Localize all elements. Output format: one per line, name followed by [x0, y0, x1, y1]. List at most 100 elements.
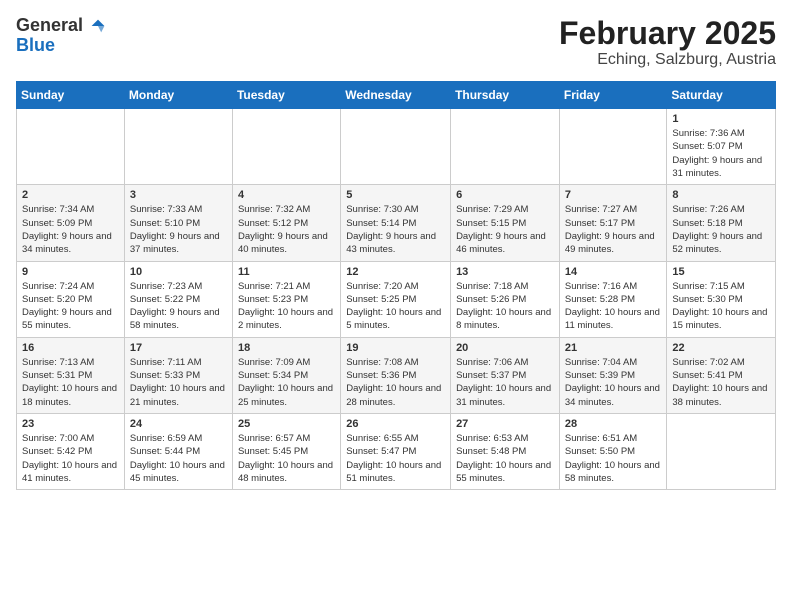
day-info: Sunrise: 7:32 AM Sunset: 5:12 PM Dayligh…	[238, 203, 335, 256]
weekday-header-tuesday: Tuesday	[232, 82, 340, 109]
calendar-cell	[667, 413, 776, 489]
location-title: Eching, Salzburg, Austria	[559, 51, 776, 69]
calendar-cell: 26 Sunrise: 6:55 AM Sunset: 5:47 PM Dayli…	[341, 413, 451, 489]
calendar-cell: 13Sunrise: 7:18 AM Sunset: 5:26 PM Dayli…	[451, 261, 560, 337]
calendar-cell: 12 Sunrise: 7:20 AM Sunset: 5:25 PM Dayli…	[341, 261, 451, 337]
day-info: Sunrise: 7:34 AM Sunset: 5:09 PM Dayligh…	[22, 203, 119, 256]
day-number: 7	[565, 189, 662, 201]
calendar-table: SundayMondayTuesdayWednesdayThursdayFrid…	[16, 81, 776, 490]
day-number: 18	[238, 342, 335, 354]
day-number: 4	[238, 189, 335, 201]
logo-general: General	[16, 15, 83, 35]
weekday-header-wednesday: Wednesday	[341, 82, 451, 109]
day-info: Sunrise: 7:06 AM Sunset: 5:37 PM Dayligh…	[456, 356, 554, 409]
day-info: Sunrise: 7:02 AM Sunset: 5:41 PM Dayligh…	[672, 356, 770, 409]
weekday-header-monday: Monday	[124, 82, 232, 109]
logo: General Blue	[16, 16, 106, 56]
day-number: 17	[130, 342, 227, 354]
day-info: Sunrise: 7:09 AM Sunset: 5:34 PM Dayligh…	[238, 356, 335, 409]
logo-icon	[90, 18, 106, 34]
calendar-cell: 27 Sunrise: 6:53 AM Sunset: 5:48 PM Dayli…	[451, 413, 560, 489]
day-number: 25	[238, 418, 335, 430]
calendar-cell: 28Sunrise: 6:51 AM Sunset: 5:50 PM Dayli…	[559, 413, 667, 489]
day-info: Sunrise: 7:36 AM Sunset: 5:07 PM Dayligh…	[672, 127, 770, 180]
day-info: Sunrise: 6:53 AM Sunset: 5:48 PM Dayligh…	[456, 432, 554, 485]
calendar-cell	[17, 109, 125, 185]
calendar-cell: 2 Sunrise: 7:34 AM Sunset: 5:09 PM Daylig…	[17, 185, 125, 261]
day-info: Sunrise: 6:59 AM Sunset: 5:44 PM Dayligh…	[130, 432, 227, 485]
calendar-cell: 22 Sunrise: 7:02 AM Sunset: 5:41 PM Dayli…	[667, 337, 776, 413]
calendar-week-3: 9 Sunrise: 7:24 AM Sunset: 5:20 PM Daylig…	[17, 261, 776, 337]
day-number: 22	[672, 342, 770, 354]
day-info: Sunrise: 7:15 AM Sunset: 5:30 PM Dayligh…	[672, 280, 770, 333]
day-number: 9	[22, 266, 119, 278]
day-info: Sunrise: 6:57 AM Sunset: 5:45 PM Dayligh…	[238, 432, 335, 485]
day-number: 19	[346, 342, 445, 354]
day-info: Sunrise: 7:24 AM Sunset: 5:20 PM Dayligh…	[22, 280, 119, 333]
day-info: Sunrise: 7:26 AM Sunset: 5:18 PM Dayligh…	[672, 203, 770, 256]
day-number: 23	[22, 418, 119, 430]
calendar-cell	[232, 109, 340, 185]
calendar-cell: 17 Sunrise: 7:11 AM Sunset: 5:33 PM Dayli…	[124, 337, 232, 413]
day-number: 20	[456, 342, 554, 354]
day-number: 11	[238, 266, 335, 278]
calendar-cell: 7 Sunrise: 7:27 AM Sunset: 5:17 PM Daylig…	[559, 185, 667, 261]
day-info: Sunrise: 7:27 AM Sunset: 5:17 PM Dayligh…	[565, 203, 662, 256]
day-info: Sunrise: 6:55 AM Sunset: 5:47 PM Dayligh…	[346, 432, 445, 485]
calendar-cell: 25 Sunrise: 6:57 AM Sunset: 5:45 PM Dayli…	[232, 413, 340, 489]
day-info: Sunrise: 7:29 AM Sunset: 5:15 PM Dayligh…	[456, 203, 554, 256]
calendar-cell	[341, 109, 451, 185]
calendar-cell: 21 Sunrise: 7:04 AM Sunset: 5:39 PM Dayli…	[559, 337, 667, 413]
weekday-header-friday: Friday	[559, 82, 667, 109]
calendar-cell: 18 Sunrise: 7:09 AM Sunset: 5:34 PM Dayli…	[232, 337, 340, 413]
day-number: 27	[456, 418, 554, 430]
day-info: Sunrise: 7:04 AM Sunset: 5:39 PM Dayligh…	[565, 356, 662, 409]
day-info: Sunrise: 7:21 AM Sunset: 5:23 PM Dayligh…	[238, 280, 335, 333]
day-number: 14	[565, 266, 662, 278]
day-number: 5	[346, 189, 445, 201]
calendar-cell	[451, 109, 560, 185]
day-info: Sunrise: 7:13 AM Sunset: 5:31 PM Dayligh…	[22, 356, 119, 409]
day-info: Sunrise: 7:33 AM Sunset: 5:10 PM Dayligh…	[130, 203, 227, 256]
day-number: 26	[346, 418, 445, 430]
day-number: 16	[22, 342, 119, 354]
calendar-cell: 1 Sunrise: 7:36 AM Sunset: 5:07 PM Daylig…	[667, 109, 776, 185]
day-number: 12	[346, 266, 445, 278]
header: General Blue February 2025 Eching, Salzb…	[16, 16, 776, 69]
day-number: 6	[456, 189, 554, 201]
calendar-cell: 14 Sunrise: 7:16 AM Sunset: 5:28 PM Dayli…	[559, 261, 667, 337]
day-info: Sunrise: 7:20 AM Sunset: 5:25 PM Dayligh…	[346, 280, 445, 333]
weekday-header-thursday: Thursday	[451, 82, 560, 109]
calendar-cell: 6 Sunrise: 7:29 AM Sunset: 5:15 PM Daylig…	[451, 185, 560, 261]
day-number: 24	[130, 418, 227, 430]
calendar-cell: 23 Sunrise: 7:00 AM Sunset: 5:42 PM Dayli…	[17, 413, 125, 489]
calendar-cell: 19Sunrise: 7:08 AM Sunset: 5:36 PM Dayli…	[341, 337, 451, 413]
calendar-cell: 3 Sunrise: 7:33 AM Sunset: 5:10 PM Daylig…	[124, 185, 232, 261]
day-number: 21	[565, 342, 662, 354]
day-info: Sunrise: 6:51 AM Sunset: 5:50 PM Dayligh…	[565, 432, 662, 485]
weekday-header-row: SundayMondayTuesdayWednesdayThursdayFrid…	[17, 82, 776, 109]
calendar-cell: 11 Sunrise: 7:21 AM Sunset: 5:23 PM Dayli…	[232, 261, 340, 337]
day-info: Sunrise: 7:30 AM Sunset: 5:14 PM Dayligh…	[346, 203, 445, 256]
calendar-cell: 16 Sunrise: 7:13 AM Sunset: 5:31 PM Dayli…	[17, 337, 125, 413]
day-info: Sunrise: 7:11 AM Sunset: 5:33 PM Dayligh…	[130, 356, 227, 409]
calendar-cell: 8 Sunrise: 7:26 AM Sunset: 5:18 PM Daylig…	[667, 185, 776, 261]
logo-blue: Blue	[16, 36, 106, 56]
day-number: 2	[22, 189, 119, 201]
day-number: 3	[130, 189, 227, 201]
calendar-week-4: 16 Sunrise: 7:13 AM Sunset: 5:31 PM Dayli…	[17, 337, 776, 413]
calendar-week-1: 1 Sunrise: 7:36 AM Sunset: 5:07 PM Daylig…	[17, 109, 776, 185]
calendar-cell: 20 Sunrise: 7:06 AM Sunset: 5:37 PM Dayli…	[451, 337, 560, 413]
calendar-cell: 15Sunrise: 7:15 AM Sunset: 5:30 PM Dayli…	[667, 261, 776, 337]
day-info: Sunrise: 7:00 AM Sunset: 5:42 PM Dayligh…	[22, 432, 119, 485]
calendar-cell: 10Sunrise: 7:23 AM Sunset: 5:22 PM Dayli…	[124, 261, 232, 337]
day-info: Sunrise: 7:18 AM Sunset: 5:26 PM Dayligh…	[456, 280, 554, 333]
day-info: Sunrise: 7:16 AM Sunset: 5:28 PM Dayligh…	[565, 280, 662, 333]
calendar-cell	[559, 109, 667, 185]
calendar-week-5: 23 Sunrise: 7:00 AM Sunset: 5:42 PM Dayli…	[17, 413, 776, 489]
day-number: 1	[672, 113, 770, 125]
calendar-week-2: 2 Sunrise: 7:34 AM Sunset: 5:09 PM Daylig…	[17, 185, 776, 261]
calendar-cell: 5 Sunrise: 7:30 AM Sunset: 5:14 PM Daylig…	[341, 185, 451, 261]
day-number: 8	[672, 189, 770, 201]
calendar-cell: 24 Sunrise: 6:59 AM Sunset: 5:44 PM Dayli…	[124, 413, 232, 489]
